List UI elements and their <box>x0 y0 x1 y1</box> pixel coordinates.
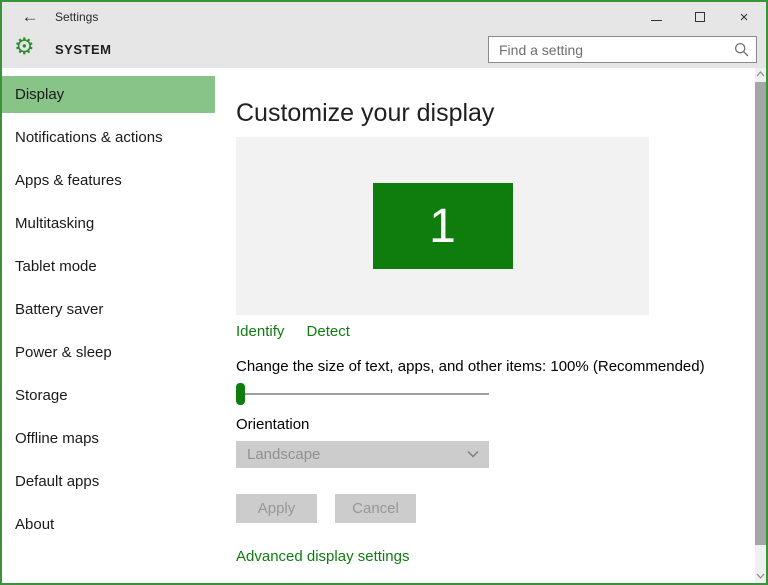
window-controls: × <box>634 2 766 32</box>
maximize-icon <box>695 12 705 22</box>
minimize-icon <box>650 19 662 21</box>
maximize-button[interactable] <box>678 2 722 32</box>
settings-window: ← Settings × ⚙ SYSTEM Display Notif <box>0 0 768 585</box>
apply-cancel-row: Apply Cancel <box>236 494 755 523</box>
advanced-display-settings-link[interactable]: Advanced display settings <box>236 548 409 565</box>
display-settings-panel: Customize your display 1 Identify Detect… <box>215 68 755 583</box>
detect-link[interactable]: Detect <box>307 323 350 340</box>
identify-link[interactable]: Identify <box>236 323 284 340</box>
page-title: Customize your display <box>236 99 495 127</box>
sidebar-item-apps-features[interactable]: Apps & features <box>2 162 215 199</box>
monitor-number: 1 <box>429 199 456 253</box>
scale-slider[interactable] <box>236 383 489 405</box>
sidebar-item-offline-maps[interactable]: Offline maps <box>2 420 215 457</box>
search-input[interactable] <box>489 37 756 62</box>
sidebar-item-multitasking[interactable]: Multitasking <box>2 205 215 242</box>
window-title: Settings <box>55 10 99 24</box>
search-box <box>488 36 757 63</box>
settings-sidebar: Display Notifications & actions Apps & f… <box>2 68 215 583</box>
sidebar-item-power-sleep[interactable]: Power & sleep <box>2 334 215 371</box>
gear-icon: ⚙ <box>14 33 35 59</box>
back-arrow-icon: ← <box>21 7 39 26</box>
sidebar-item-battery-saver[interactable]: Battery saver <box>2 291 215 328</box>
slider-track[interactable] <box>236 393 489 395</box>
scale-slider-label: Change the size of text, apps, and other… <box>236 358 705 375</box>
scroll-down-icon[interactable] <box>756 573 765 579</box>
cancel-button[interactable]: Cancel <box>335 494 416 523</box>
apply-button[interactable]: Apply <box>236 494 317 523</box>
back-button[interactable]: ← <box>17 5 43 29</box>
search-icon <box>734 42 749 57</box>
chevron-down-icon <box>467 451 479 458</box>
close-button[interactable]: × <box>722 2 766 32</box>
identify-detect-row: Identify Detect <box>236 324 755 340</box>
orientation-label: Orientation <box>236 416 310 433</box>
topbar: ← Settings × ⚙ SYSTEM <box>2 2 766 68</box>
sidebar-item-storage[interactable]: Storage <box>2 377 215 414</box>
monitor-1-preview[interactable]: 1 <box>372 183 513 269</box>
advanced-settings-row: Advanced display settings <box>236 549 755 565</box>
sidebar-item-about[interactable]: About <box>2 506 215 543</box>
sidebar-item-tablet-mode[interactable]: Tablet mode <box>2 248 215 285</box>
minimize-button[interactable] <box>634 2 678 32</box>
orientation-dropdown[interactable]: Landscape <box>236 441 489 468</box>
scrollbar-thumb[interactable] <box>755 82 766 545</box>
slider-thumb[interactable] <box>236 383 245 405</box>
orientation-value: Landscape <box>247 446 321 463</box>
sidebar-item-notifications-actions[interactable]: Notifications & actions <box>2 119 215 156</box>
scroll-up-icon[interactable] <box>756 71 765 77</box>
display-preview-area: 1 <box>236 137 649 315</box>
page-section-title: SYSTEM <box>55 42 112 57</box>
sidebar-item-display[interactable]: Display <box>2 76 215 113</box>
sidebar-item-default-apps[interactable]: Default apps <box>2 463 215 500</box>
close-icon: × <box>739 8 749 26</box>
vertical-scrollbar[interactable] <box>755 68 766 583</box>
